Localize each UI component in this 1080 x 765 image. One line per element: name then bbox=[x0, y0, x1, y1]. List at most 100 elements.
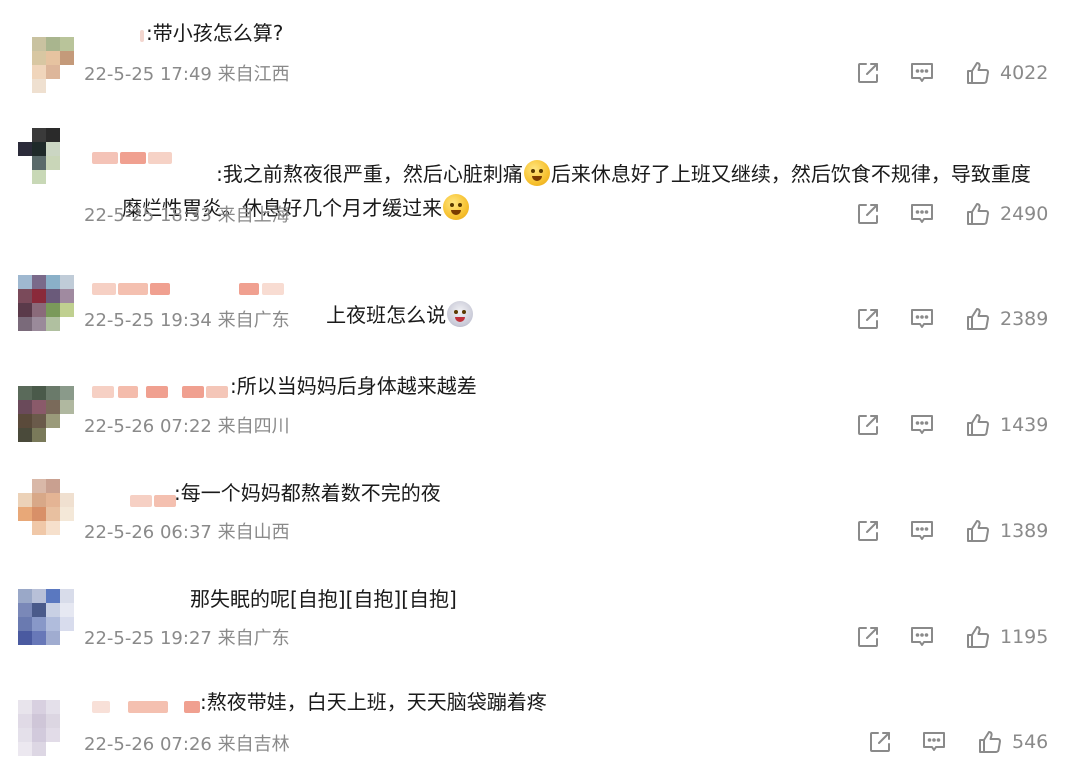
comment-time: 22-5-25 19:27 bbox=[84, 628, 212, 649]
like-count: 1195 bbox=[1000, 626, 1049, 648]
share-icon bbox=[854, 623, 882, 651]
reply-button[interactable] bbox=[908, 304, 936, 334]
avatar[interactable] bbox=[18, 589, 74, 645]
avatar-pixel bbox=[60, 714, 74, 728]
avatar-pixel bbox=[60, 303, 74, 317]
like-button[interactable]: 1439 bbox=[964, 410, 1048, 440]
share-button[interactable] bbox=[854, 622, 882, 652]
comment-item: :我之前熬夜很严重，然后心脏刺痛 后来休息好了上班又继续，然后饮食不规律，导致重度… bbox=[0, 115, 1080, 250]
avatar[interactable] bbox=[18, 37, 74, 93]
avatar-pixel bbox=[46, 603, 60, 617]
comment-location: 来自山西 bbox=[217, 522, 290, 543]
avatar[interactable] bbox=[18, 386, 74, 442]
comment-actions: 1389 bbox=[850, 516, 1060, 546]
reply-button[interactable] bbox=[920, 727, 948, 757]
avatar-pixel bbox=[32, 303, 46, 317]
comment-item: :所以当妈妈后身体越来越差 22-5-26 07:22 来自四川 1439 bbox=[0, 360, 1080, 465]
username-redacted[interactable] bbox=[84, 378, 234, 404]
avatar-pixel bbox=[60, 428, 74, 442]
comment-item: 那失眠的呢[自抱][自抱][自抱] 22-5-25 19:27 来自广东 119… bbox=[0, 575, 1080, 680]
username-redacted[interactable] bbox=[84, 487, 184, 513]
avatar-pixel bbox=[46, 742, 60, 756]
comment-time: 22-5-25 19:34 bbox=[84, 310, 212, 331]
avatar-pixel bbox=[46, 128, 60, 142]
reply-button[interactable] bbox=[908, 58, 936, 88]
avatar-pixel bbox=[18, 156, 32, 170]
avatar-pixel bbox=[18, 289, 32, 303]
reply-button[interactable] bbox=[908, 516, 936, 546]
avatar[interactable] bbox=[18, 700, 74, 756]
avatar-pixel bbox=[60, 289, 74, 303]
like-button[interactable]: 4022 bbox=[964, 58, 1048, 88]
avatar-pixel bbox=[18, 386, 32, 400]
comment-text-part: 上夜班怎么说 bbox=[326, 303, 447, 327]
like-count: 546 bbox=[1012, 731, 1049, 753]
avatar-pixel bbox=[60, 507, 74, 521]
share-button[interactable] bbox=[854, 199, 882, 229]
reply-button[interactable] bbox=[908, 622, 936, 652]
comment-text: :熬夜带娃，白天上班，天天脑袋蹦着疼 bbox=[200, 690, 547, 714]
avatar-pixel bbox=[46, 275, 60, 289]
comment-time: 22-5-25 18:33 bbox=[84, 205, 212, 226]
comment-icon bbox=[908, 411, 936, 439]
comment-meta: 22-5-25 19:34 来自广东 bbox=[84, 306, 290, 332]
avatar-pixel bbox=[60, 51, 74, 65]
username-redacted[interactable] bbox=[84, 22, 144, 48]
like-button[interactable]: 1195 bbox=[964, 622, 1048, 652]
share-button[interactable] bbox=[866, 727, 894, 757]
comment-list: :带小孩怎么算? 22-5-25 17:49 来自江西 4022 :我之前熬夜很… bbox=[0, 0, 1080, 765]
like-button[interactable]: 546 bbox=[976, 727, 1048, 757]
avatar-pixel bbox=[46, 400, 60, 414]
avatar-pixel bbox=[46, 428, 60, 442]
share-button[interactable] bbox=[854, 410, 882, 440]
share-icon bbox=[866, 728, 894, 756]
avatar-pixel bbox=[46, 414, 60, 428]
comment-text-part: 后来休息好了上班又继续，然后饮食不规律，导致重度 bbox=[550, 162, 1031, 186]
username-redacted[interactable] bbox=[84, 693, 204, 719]
avatar-pixel bbox=[32, 714, 46, 728]
avatar-pixel bbox=[32, 400, 46, 414]
avatar-pixel bbox=[32, 728, 46, 742]
avatar-pixel bbox=[18, 479, 32, 493]
comment-item: :熬夜带娃，白天上班，天天脑袋蹦着疼 22-5-26 07:26 来自吉林 54… bbox=[0, 680, 1080, 765]
share-button[interactable] bbox=[854, 304, 882, 334]
avatar-pixel bbox=[32, 142, 46, 156]
avatar-pixel bbox=[46, 617, 60, 631]
comment-meta: 22-5-26 07:22 来自四川 bbox=[84, 412, 290, 438]
share-button[interactable] bbox=[854, 58, 882, 88]
like-button[interactable]: 2389 bbox=[964, 304, 1048, 334]
comment-location: 来自四川 bbox=[217, 416, 290, 437]
avatar[interactable] bbox=[18, 128, 74, 184]
avatar-pixel bbox=[46, 142, 60, 156]
avatar-pixel bbox=[60, 493, 74, 507]
comment-actions: 546 bbox=[862, 727, 1072, 757]
like-count: 1439 bbox=[1000, 414, 1049, 436]
avatar-pixel bbox=[60, 589, 74, 603]
avatar[interactable] bbox=[18, 275, 74, 331]
avatar-pixel bbox=[46, 700, 60, 714]
reply-button[interactable] bbox=[908, 410, 936, 440]
avatar-pixel bbox=[60, 700, 74, 714]
avatar-pixel bbox=[18, 275, 32, 289]
avatar-pixel bbox=[60, 386, 74, 400]
like-button[interactable]: 2490 bbox=[964, 199, 1048, 229]
comment-icon bbox=[908, 623, 936, 651]
comment-text: :所以当妈妈后身体越来越差 bbox=[230, 374, 477, 398]
avatar-pixel bbox=[60, 79, 74, 93]
avatar-pixel bbox=[18, 428, 32, 442]
share-button[interactable] bbox=[854, 516, 882, 546]
username-redacted[interactable] bbox=[84, 275, 294, 301]
avatar[interactable] bbox=[18, 479, 74, 535]
avatar-pixel bbox=[32, 507, 46, 521]
avatar-pixel bbox=[18, 493, 32, 507]
reply-button[interactable] bbox=[908, 199, 936, 229]
comment-meta: 22-5-25 18:33 来自上海 bbox=[84, 201, 290, 227]
avatar-pixel bbox=[60, 617, 74, 631]
comment-actions: 4022 bbox=[850, 58, 1060, 88]
avatar-pixel bbox=[60, 742, 74, 756]
dog-emoji-icon bbox=[447, 301, 474, 327]
avatar-pixel bbox=[32, 603, 46, 617]
like-button[interactable]: 1389 bbox=[964, 516, 1048, 546]
avatar-pixel bbox=[18, 65, 32, 79]
avatar-pixel bbox=[60, 275, 74, 289]
